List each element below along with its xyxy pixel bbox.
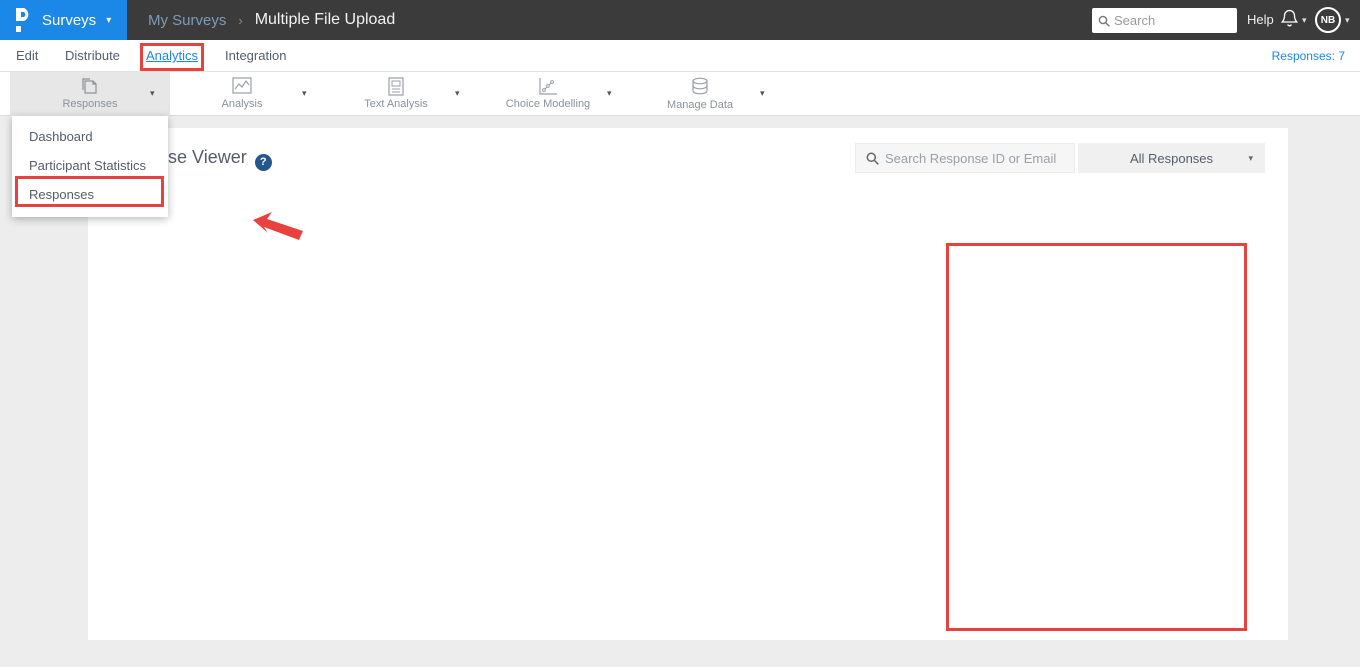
notifications-bell-icon[interactable]: [1280, 9, 1299, 33]
avatar[interactable]: NB: [1315, 7, 1341, 33]
toolbar-label-manage-data: Manage Data: [666, 99, 734, 111]
responses-dropdown-menu: Dashboard Participant Statistics Respons…: [12, 116, 168, 217]
response-filter-dropdown[interactable]: All Responses ▾: [1078, 143, 1265, 173]
breadcrumb-my-surveys[interactable]: My Surveys: [148, 12, 226, 29]
analytics-toolbar: Responses ▾ Analysis ▾ Text Analysis ▾ C…: [0, 72, 1360, 116]
toolbar-label-text-analysis: Text Analysis: [364, 98, 428, 110]
toolbar-label-analysis: Analysis: [221, 98, 263, 110]
tab-integration[interactable]: Integration: [225, 48, 286, 63]
toolbar-item-text-analysis[interactable]: Text Analysis: [331, 72, 461, 116]
search-icon: [866, 152, 879, 165]
text-analysis-caret-icon[interactable]: ▾: [455, 88, 460, 99]
menu-item-dashboard[interactable]: Dashboard: [12, 122, 168, 151]
response-viewer-card: [88, 128, 1288, 640]
global-search[interactable]: [1092, 8, 1237, 33]
response-search-input[interactable]: [885, 150, 1065, 166]
choice-modelling-caret-icon[interactable]: ▾: [607, 88, 612, 99]
toolbar-item-choice-modelling[interactable]: Choice Modelling: [483, 72, 613, 116]
product-name: Surveys: [42, 11, 97, 29]
search-icon: [1098, 15, 1110, 27]
responses-icon: [82, 78, 97, 94]
tab-edit[interactable]: Edit: [16, 48, 38, 63]
analysis-caret-icon[interactable]: ▾: [302, 88, 307, 99]
help-link[interactable]: Help: [1247, 12, 1274, 27]
tab-distribute[interactable]: Distribute: [65, 48, 120, 63]
toolbar-label-choice-modelling: Choice Modelling: [505, 98, 591, 110]
responses-count-link[interactable]: Responses: 7: [1272, 49, 1345, 63]
menu-item-responses[interactable]: Responses: [12, 180, 168, 209]
filter-caret-icon: ▾: [1248, 152, 1253, 163]
product-switcher[interactable]: Surveys ▾: [0, 0, 127, 40]
menu-item-participant-statistics[interactable]: Participant Statistics: [12, 151, 168, 180]
app-window: Surveys ▾ My Surveys › Multiple File Upl…: [0, 0, 1360, 667]
top-bar: Surveys ▾ My Surveys › Multiple File Upl…: [0, 0, 1360, 40]
choice-modelling-icon: [539, 78, 557, 95]
manage-data-caret-icon[interactable]: ▾: [760, 88, 765, 99]
toolbar-label-responses: Responses: [62, 98, 118, 110]
analysis-icon: [232, 77, 252, 94]
questionpro-logo-icon: [16, 8, 29, 32]
breadcrumb-current-survey: Multiple File Upload: [254, 11, 396, 28]
text-analysis-icon: [388, 77, 404, 96]
toolbar-item-manage-data[interactable]: Manage Data: [635, 72, 765, 116]
help-icon[interactable]: ?: [254, 153, 272, 171]
toolbar-item-analysis[interactable]: Analysis: [177, 72, 307, 116]
survey-nav: Edit Distribute Analytics Integration Re…: [0, 40, 1360, 72]
chevron-down-icon: ▾: [106, 14, 112, 26]
bell-caret-icon[interactable]: ▾: [1302, 15, 1307, 26]
breadcrumb: My Surveys › Multiple File Upload: [148, 0, 395, 40]
responses-caret-icon[interactable]: ▾: [150, 88, 155, 99]
global-search-input[interactable]: [1114, 13, 1229, 28]
manage-data-icon: [692, 77, 708, 95]
tab-analytics[interactable]: Analytics: [146, 48, 198, 63]
toolbar-item-responses[interactable]: Responses: [10, 72, 170, 116]
response-search[interactable]: [855, 143, 1075, 173]
breadcrumb-separator-icon: ›: [238, 12, 243, 28]
response-filter-value: All Responses: [1129, 150, 1214, 166]
avatar-caret-icon[interactable]: ▾: [1345, 15, 1350, 26]
